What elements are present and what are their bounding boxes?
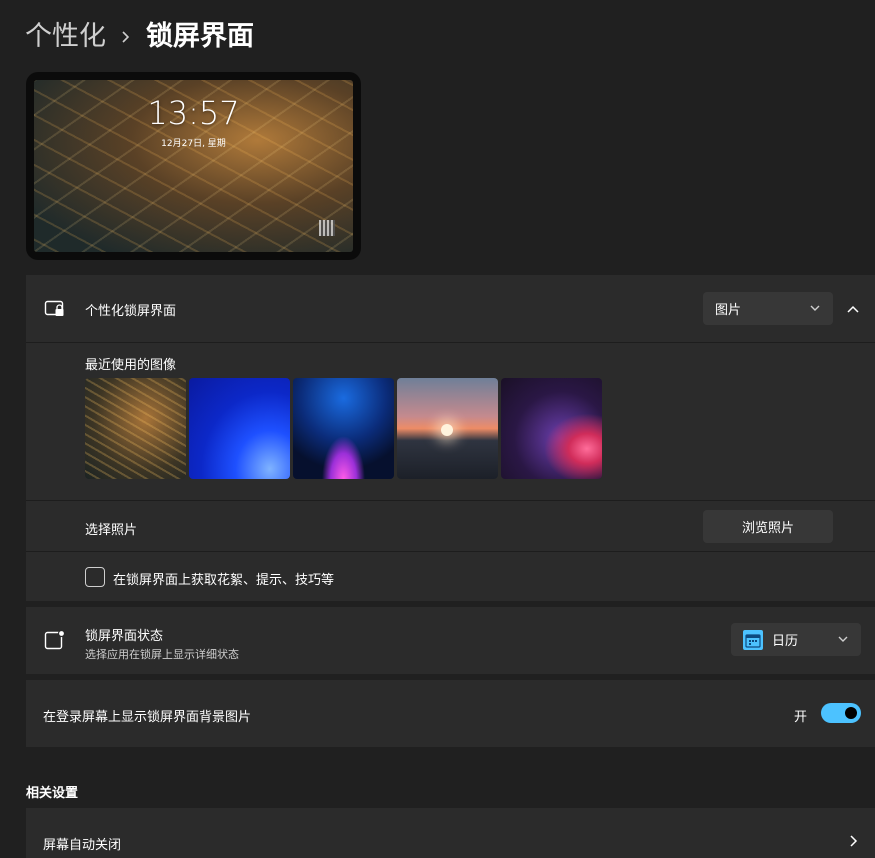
signin-background-label: 在登录屏幕上显示锁屏界面背景图片: [43, 710, 252, 725]
preview-wallpaper: 13:57 12月27日, 星期: [34, 80, 353, 252]
lock-screen-preview: 13:57 12月27日, 星期: [26, 72, 361, 260]
chevron-down-icon: [809, 302, 821, 318]
recent-images-title: 最近使用的图像: [85, 358, 177, 373]
signin-background-toggle[interactable]: [821, 703, 861, 723]
related-item-label: 屏幕自动关闭: [43, 838, 122, 853]
lock-screen-status-card[interactable]: 锁屏界面状态 选择应用在锁屏上显示详细状态 日历: [26, 607, 875, 674]
lock-screen-status-description: 选择应用在锁屏上显示详细状态: [85, 648, 239, 661]
breadcrumb: 个性化 锁屏界面: [25, 18, 254, 56]
breadcrumb-parent[interactable]: 个性化: [25, 18, 106, 56]
page-title: 锁屏界面: [146, 21, 254, 52]
signin-background-card: 在登录屏幕上显示锁屏界面背景图片 开: [26, 680, 875, 747]
chevron-down-icon: [837, 633, 849, 649]
chevron-up-icon[interactable]: [845, 301, 861, 317]
toggle-state-label: 开: [794, 710, 808, 725]
related-item-screen-timeout[interactable]: 屏幕自动关闭: [26, 808, 875, 858]
lock-screen-status-label: 锁屏界面状态: [85, 629, 164, 644]
sun-graphic: [441, 424, 453, 436]
qr-code-icon: [319, 220, 335, 236]
divider: [26, 342, 875, 343]
recent-image-1[interactable]: [85, 378, 186, 479]
recent-image-5[interactable]: [501, 378, 602, 479]
preview-time: 13:57: [147, 94, 240, 132]
recent-image-3[interactable]: [293, 378, 394, 479]
browse-photos-button[interactable]: 浏览照片: [703, 510, 833, 543]
recent-image-4[interactable]: [397, 378, 498, 479]
lock-screen-icon: [44, 298, 66, 320]
choose-photo-label: 选择照片: [85, 523, 138, 538]
personalize-lock-screen-row[interactable]: 个性化锁屏界面 图片: [26, 275, 875, 342]
personalize-lock-screen-label: 个性化锁屏界面: [85, 304, 177, 319]
lock-screen-type-dropdown[interactable]: 图片: [703, 292, 833, 325]
lock-screen-type-value: 图片: [715, 303, 742, 318]
chevron-right-icon: [845, 833, 861, 849]
recent-image-2[interactable]: [189, 378, 290, 479]
tips-checkbox[interactable]: [85, 567, 105, 587]
calendar-icon: [743, 629, 763, 650]
status-app-value: 日历: [772, 634, 799, 649]
status-app-dropdown[interactable]: 日历: [731, 623, 861, 656]
status-app-icon: [44, 629, 66, 651]
preview-date: 12月27日, 星期: [161, 139, 226, 149]
toggle-knob: [845, 707, 857, 719]
related-settings-title: 相关设置: [26, 786, 79, 801]
divider: [26, 500, 875, 501]
chevron-right-icon: [120, 18, 132, 56]
tips-label[interactable]: 在锁屏界面上获取花絮、提示、技巧等: [113, 569, 334, 588]
divider: [26, 551, 875, 552]
